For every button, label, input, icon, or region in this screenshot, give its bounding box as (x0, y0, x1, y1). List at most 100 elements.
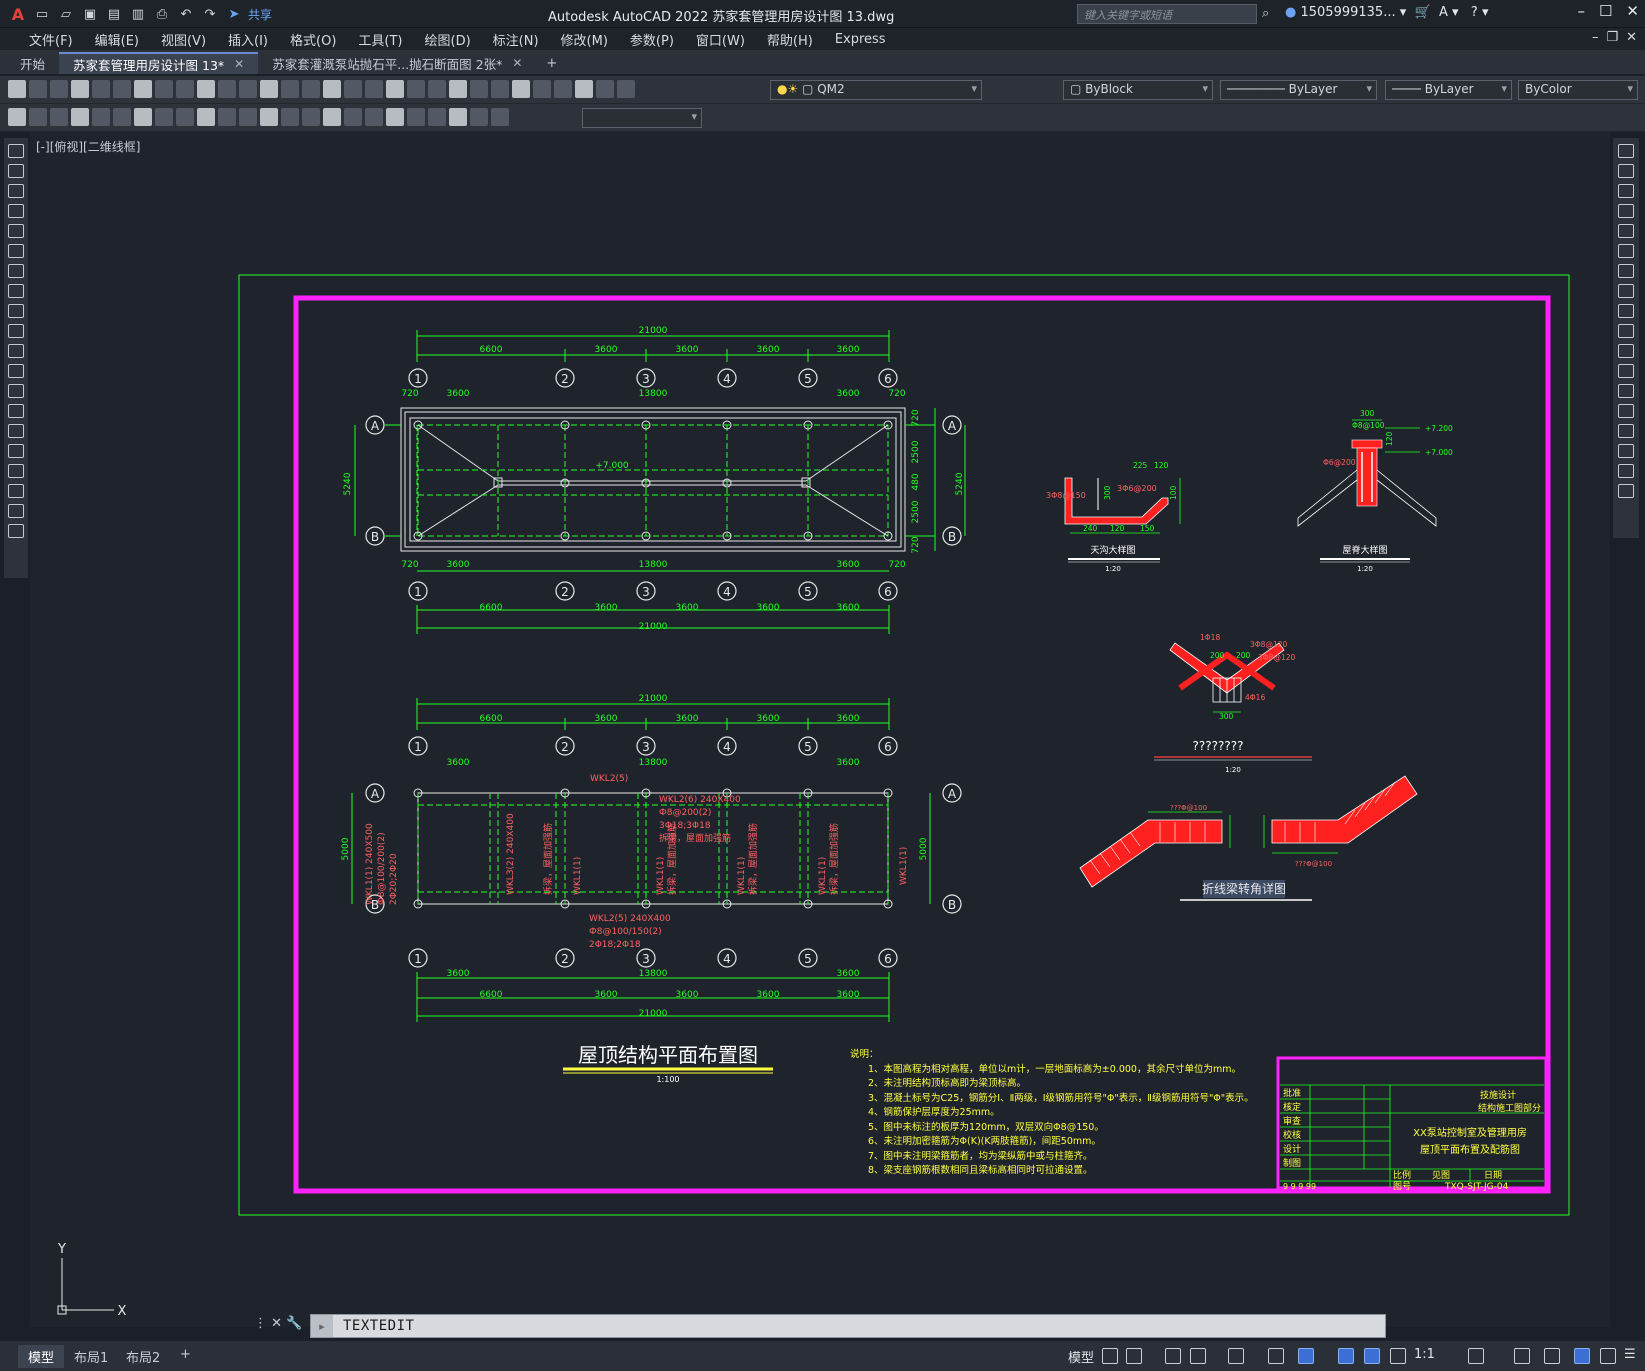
dim-text: 13800 (639, 560, 668, 570)
tb-row-label: 批准 (1283, 1087, 1301, 1099)
beam-label: Ф8@100/200(2) (377, 832, 387, 905)
dim-text: 21000 (639, 1009, 668, 1019)
cad-drawing: 1 2 3 4 5 6 1 2 3 4 5 6 A B A B 21000 66… (57, 274, 1570, 1319)
rebar-label: Φ6@200 (1323, 458, 1356, 467)
layout-tab-2[interactable]: 布局2 (116, 1345, 170, 1368)
dim-text: 3600 (676, 990, 699, 1000)
note-line: 7、图中未注明梁箍筋者，均为梁纵筋中或与柱箍齐。 (868, 1150, 1093, 1162)
annotation-visibility-icon[interactable] (1364, 1348, 1380, 1364)
dim-text: 3600 (447, 969, 470, 979)
annotation-scale[interactable]: 1:1 (1414, 1347, 1435, 1362)
ridge-beam-detail: 1Φ18 3Φ8@120 3Φ8@120 4Φ16 300 200 200 ??… (1154, 633, 1312, 774)
dim-text: 13800 (639, 389, 668, 399)
rebar-label: 1Φ18 (1200, 633, 1220, 642)
grid-label: 5 (804, 740, 812, 754)
grid-label: A (948, 419, 957, 433)
grid-label: 6 (884, 952, 892, 966)
command-prompt-icon: ▸ (311, 1315, 333, 1337)
plus-icon[interactable] (1514, 1348, 1530, 1364)
dim-text: 300 (1103, 485, 1112, 500)
dim-text: 5000 (341, 837, 351, 860)
grid-label: 5 (804, 372, 812, 386)
beam-label: 2Φ18;2Φ18 (589, 940, 641, 950)
tb-drawing-no: TXQ-SJT-JG-04 (1444, 1182, 1509, 1192)
command-line[interactable]: ▸ TEXTEDIT (310, 1314, 1386, 1338)
dim-text: 6600 (480, 345, 503, 355)
beam-label: Ф8@200(2) (659, 808, 711, 818)
beam-label: 拆梁，屋面加强筋 (666, 823, 678, 895)
customization-menu-icon[interactable]: ☰ (1624, 1347, 1636, 1362)
dim-text: 200 (1210, 651, 1225, 660)
grid-label: 6 (884, 740, 892, 754)
dim-text: 3600 (447, 389, 470, 399)
command-line-grip[interactable]: ⋮ ✕ 🔧 (254, 1316, 302, 1331)
rebar-label: 3Φ8@120 (1250, 640, 1287, 649)
tb-row-label: 审查 (1283, 1115, 1301, 1127)
model-space-button[interactable]: 模型 (1068, 1347, 1094, 1366)
polar-icon[interactable] (1190, 1348, 1206, 1364)
dim-text: 3600 (757, 345, 780, 355)
dim-text: 5240 (955, 472, 965, 495)
tb-scale-value: 见图 (1432, 1170, 1450, 1181)
dim-text: 3600 (757, 990, 780, 1000)
dim-text: 720 (911, 409, 921, 426)
command-text[interactable]: TEXTEDIT (343, 1318, 414, 1334)
rebar-label: 3Φ8@120 (1258, 653, 1295, 662)
layout-tab-1[interactable]: 布局1 (64, 1345, 118, 1368)
gear-icon[interactable] (1468, 1348, 1484, 1364)
add-layout-icon[interactable]: + (170, 1345, 201, 1364)
dim-text: 3600 (837, 969, 860, 979)
ucs-x-label: X (118, 1304, 127, 1319)
grid-label: A (948, 787, 957, 801)
ortho-icon[interactable] (1165, 1348, 1181, 1364)
layout-tab-model[interactable]: 模型 (18, 1345, 65, 1368)
folded-beam-detail: ???Φ@100 ???Φ@100 折线梁转角详图 (1079, 775, 1418, 901)
snap-icon[interactable] (1126, 1348, 1142, 1364)
dim-text: 21000 (639, 326, 668, 336)
isodraft-icon[interactable] (1228, 1348, 1244, 1364)
hardware-acceleration-icon[interactable] (1574, 1348, 1590, 1364)
grid-label: A (371, 787, 380, 801)
dim-text: 3600 (837, 990, 860, 1000)
dim-text: 21000 (639, 694, 668, 704)
dim-text: 6600 (480, 714, 503, 724)
grid-label: 2 (561, 585, 569, 599)
gutter-detail: 3Φ8@150 3Φ6@200 225 120 300 240 120 150 … (1046, 461, 1181, 573)
elevation-text: +7.200 (1425, 424, 1453, 433)
annotation-scale-icon[interactable] (1390, 1348, 1406, 1364)
tb-dept: 结构施工图部分 (1478, 1102, 1541, 1114)
tb-no-label: 图号 (1393, 1181, 1411, 1192)
fullscreen-icon[interactable] (1600, 1348, 1616, 1364)
drawing-title: 屋顶结构平面布置图 (578, 1043, 758, 1067)
grid-label: B (371, 530, 379, 544)
dim-text: 2500 (911, 440, 921, 463)
dim-text: 5240 (343, 472, 353, 495)
object-snap-icon[interactable] (1298, 1348, 1314, 1364)
detail-title: 屋脊大样图 (1342, 544, 1387, 556)
dim-text: 3600 (676, 345, 699, 355)
dim-text: 3600 (837, 389, 860, 399)
grid-label: 1 (414, 372, 422, 386)
tb-row-label: 核定 (1283, 1101, 1301, 1113)
tb-date-label: 日期 (1484, 1170, 1502, 1181)
dim-text: 240 (1083, 524, 1098, 533)
rebar-label: Φ8@100 (1352, 421, 1385, 430)
detail-scale: 1:20 (1105, 565, 1121, 573)
grid-icon[interactable] (1102, 1348, 1118, 1364)
dim-text: 3600 (595, 714, 618, 724)
roof-plan (354, 330, 966, 634)
beam-label: 2Φ20;2Φ20 (389, 853, 399, 905)
isolate-icon[interactable] (1544, 1348, 1560, 1364)
note-line: 8、梁支座钢筋根数相同且梁标高相同时可拉通设置。 (868, 1164, 1093, 1176)
grid-label: 3 (642, 585, 650, 599)
note-line: 3、混凝土标号为C25，钢筋分Ⅰ、Ⅱ两级，Ⅰ级钢筋用符号"Φ"表示，Ⅱ级钢筋用符… (868, 1092, 1254, 1104)
grid-label: 4 (723, 740, 731, 754)
dim-text: 720 (888, 560, 905, 570)
tb-code: 9 9 9 99 (1283, 1182, 1316, 1191)
notes-title: 说明： (850, 1048, 879, 1060)
dim-text: 720 (888, 389, 905, 399)
osnap-icon[interactable] (1268, 1348, 1284, 1364)
lineweight-icon[interactable] (1338, 1348, 1354, 1364)
grid-label: 5 (804, 585, 812, 599)
dim-text: 3600 (837, 603, 860, 613)
